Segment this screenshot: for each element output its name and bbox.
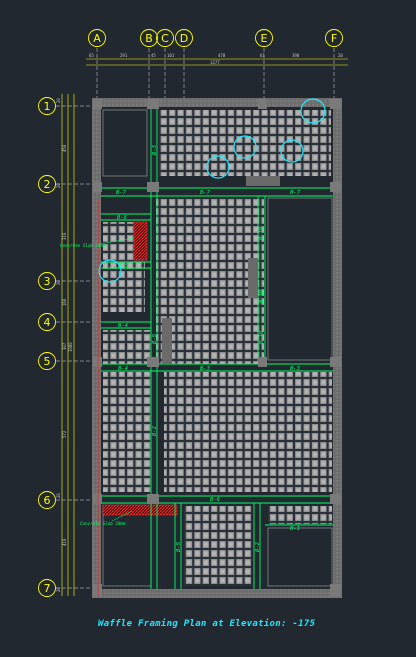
grid-label-2: 2 xyxy=(44,178,51,191)
grid-label-1: 1 xyxy=(44,100,51,113)
waffle-field-bottom-center xyxy=(184,506,252,586)
beam-label-b4-a: B-4 xyxy=(118,323,128,329)
grid-label-D: D xyxy=(180,32,188,45)
grid-label-5: 5 xyxy=(44,355,51,368)
waffle-field-left-b xyxy=(103,330,151,364)
slab-hatch-lower xyxy=(102,504,178,516)
dim-left-2: 450 xyxy=(62,144,67,152)
grid-bubble-7: 7 xyxy=(38,579,56,597)
dim-top-3: 45 xyxy=(151,53,156,58)
dim-left-4: 310 xyxy=(62,232,67,240)
slab-annotation-upper: Concrete Slab 20mm xyxy=(60,243,106,248)
beam-label-b1: B-1 xyxy=(290,526,300,532)
dim-top-1: 65 xyxy=(89,53,94,58)
grid-label-A: A xyxy=(93,32,101,45)
dim-left-8: 1080 xyxy=(68,342,73,352)
dim-top-6: 61 xyxy=(260,53,265,58)
beam-label-b3-right: B-3 xyxy=(290,366,300,372)
drawing-title: Waffle Framing Plan at Elevation: -175 xyxy=(98,619,316,629)
beam-label-b7-mid: B-7 xyxy=(200,190,211,196)
grid-bubble-6: 6 xyxy=(38,491,56,509)
grid-bubble-A: A xyxy=(88,29,106,47)
beam-label-b4-b: B-4 xyxy=(118,366,128,372)
grid-bubble-C: C xyxy=(156,29,174,47)
dim-left-7: 307 xyxy=(62,342,67,350)
grid-label-4: 4 xyxy=(44,316,51,329)
beam-label-b6: B-6 xyxy=(210,497,221,503)
waffle-field-mid-center xyxy=(156,198,264,364)
waffle-field-lower-left xyxy=(103,372,151,492)
grid-bubble-1: 1 xyxy=(38,97,56,115)
void-bottom-right xyxy=(267,527,333,587)
dim-top-5: 470 xyxy=(218,53,226,58)
beam-label-b9-a: B-9 xyxy=(152,334,158,344)
dim-left-11: 410 xyxy=(62,538,67,546)
void-left-corner xyxy=(102,505,152,587)
void-right xyxy=(267,197,333,361)
grid-label-7: 7 xyxy=(44,582,51,595)
dim-top-2: 291 xyxy=(120,53,128,58)
dim-left-1: 20 xyxy=(56,98,61,103)
dim-left-6: 160 xyxy=(62,298,67,306)
beam-label-b3-mid: B-3 xyxy=(200,366,210,372)
void-top-left xyxy=(102,109,148,177)
slab-annotation-lower: Concrete Slab 20mm xyxy=(80,521,126,526)
beam-label-b10-a: B-10 xyxy=(259,226,265,240)
grid-label-B: B xyxy=(145,32,153,45)
grid-bubble-B: B xyxy=(140,29,158,47)
dim-top-7: 390 xyxy=(292,53,300,58)
left-dimension-texts: 20 450 20 310 20 160 307 1080 572 26 410… xyxy=(56,98,73,592)
grid-bubble-F: F xyxy=(325,29,343,47)
grid-bubble-3: 3 xyxy=(38,272,56,290)
waffle-framing-plan: 65 291 45 101 470 61 390 20 1377 A B C D… xyxy=(38,29,348,598)
grid-label-3: 3 xyxy=(44,275,51,288)
dim-left-3: 20 xyxy=(56,183,61,188)
left-grid-bubbles: 1 2 3 4 5 6 7 xyxy=(38,97,56,597)
grid-bubble-4: 4 xyxy=(38,313,56,331)
beam-label-b2: B-2 xyxy=(152,425,158,436)
dim-left-12: 20 xyxy=(56,587,61,592)
waffle-field-bottom-right xyxy=(268,506,332,524)
beam-label-b7-left: B-7 xyxy=(116,190,127,196)
dim-left-10: 26 xyxy=(56,493,61,498)
grid-bubble-2: 2 xyxy=(38,175,56,193)
dim-left-5: 20 xyxy=(56,280,61,285)
beam-label-b3-vert: B-3 xyxy=(152,145,158,155)
beam-label-b7-right: B-7 xyxy=(290,190,301,196)
beam-label-b9-b: B-9 xyxy=(176,542,182,552)
grid-bubble-E: E xyxy=(255,29,273,47)
grid-bubble-5: 5 xyxy=(38,352,56,370)
grid-label-E: E xyxy=(261,32,268,45)
beam-label-b8: B-8 xyxy=(117,215,128,221)
waffle-field-lower-main xyxy=(164,372,332,492)
beam-label-b10-b: B-10 xyxy=(259,289,265,303)
dim-left-9: 572 xyxy=(62,430,67,438)
slab-hatch-upper xyxy=(133,221,148,261)
grid-label-F: F xyxy=(331,32,337,45)
grid-label-6: 6 xyxy=(44,494,51,507)
top-grid-bubbles: A B C D E F xyxy=(88,29,343,47)
dim-top-total: 1377 xyxy=(210,60,220,65)
grid-bubble-D: D xyxy=(175,29,193,47)
grid-label-C: C xyxy=(161,32,169,45)
dim-top-8: 20 xyxy=(338,53,343,58)
beam-label-b10-c: B-10 xyxy=(259,330,265,344)
dim-top-4: 101 xyxy=(167,53,175,58)
beam-label-b2-low: B-2 xyxy=(255,541,261,552)
